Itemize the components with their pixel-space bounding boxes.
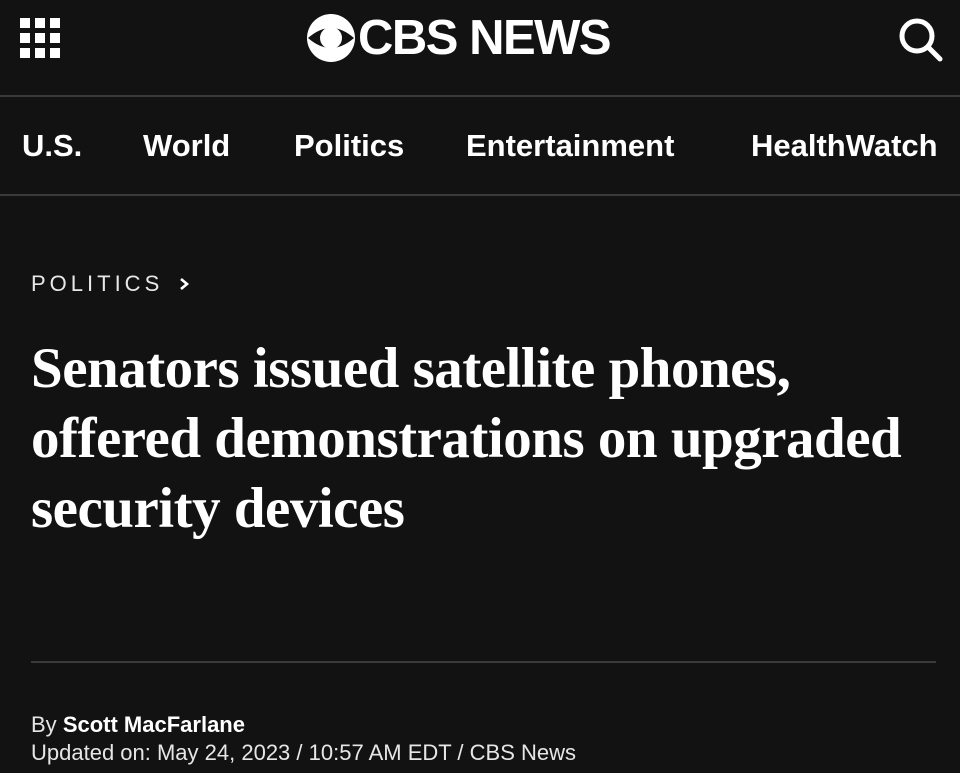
grid-dot [50, 48, 60, 58]
grid-dot [50, 18, 60, 28]
section-breadcrumb[interactable]: POLITICS [31, 268, 191, 300]
grid-dot [50, 33, 60, 43]
breadcrumb-label: POLITICS [31, 271, 164, 296]
nav-item-healthwatch[interactable]: HealthWatch [751, 97, 938, 194]
grid-dot [20, 48, 30, 58]
grid-dot [35, 33, 45, 43]
grid-dot [20, 33, 30, 43]
chevron-right-icon [180, 278, 190, 290]
nav-item-us[interactable]: U.S. [22, 97, 82, 194]
divider [31, 661, 936, 663]
updated-timestamp: Updated on: May 24, 2023 / 10:57 AM EDT … [31, 740, 576, 765]
byline: By Scott MacFarlane [31, 712, 245, 740]
section-nav: U.S. World Politics Entertainment Health… [0, 97, 960, 196]
cbs-news-logo[interactable]: CBS NEWS [306, 11, 612, 65]
grid-menu-icon[interactable] [20, 18, 60, 58]
author-link[interactable]: Scott MacFarlane [63, 712, 245, 737]
grid-dot [35, 48, 45, 58]
grid-dot [20, 18, 30, 28]
nav-item-entertainment[interactable]: Entertainment [466, 97, 674, 194]
logo-text: CBS NEWS [358, 11, 612, 65]
grid-dot [35, 18, 45, 28]
nav-item-politics[interactable]: Politics [294, 97, 404, 194]
article-headline: Senators issued satellite phones, offere… [31, 337, 902, 540]
byline-prefix: By [31, 712, 57, 737]
site-header: CBS NEWS [0, 0, 960, 97]
nav-item-world[interactable]: World [143, 97, 230, 194]
search-icon[interactable] [896, 14, 946, 64]
cbs-eye-icon [307, 14, 355, 62]
